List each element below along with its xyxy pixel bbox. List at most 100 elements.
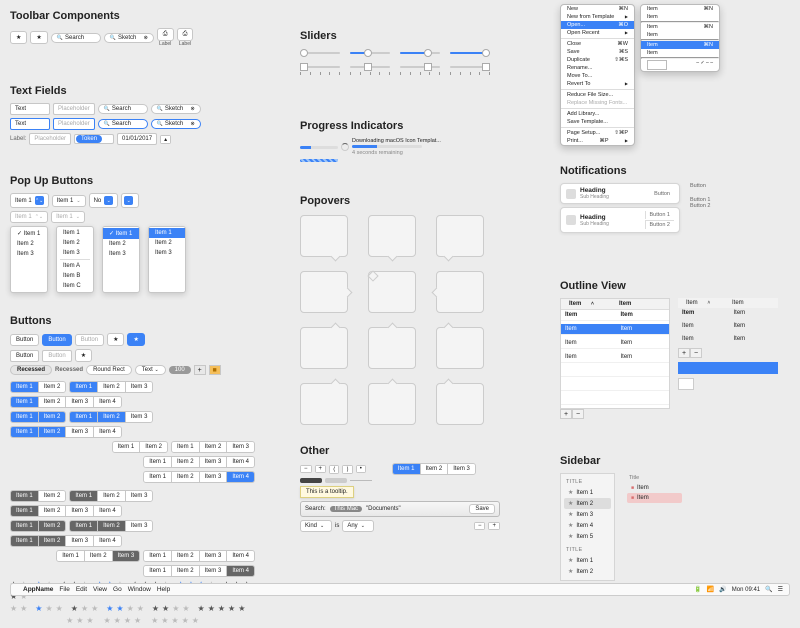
text-placeholder-input[interactable]: Placeholder: [53, 103, 95, 115]
sb-i4[interactable]: Item 4: [564, 520, 611, 531]
menu-addlib[interactable]: Add Library...: [561, 110, 634, 118]
dd2-iB[interactable]: Item B: [57, 271, 93, 281]
segB8[interactable]: Item 1Item 2Item 3: [56, 550, 140, 562]
notif1[interactable]: Heading Sub Heading Button: [560, 183, 680, 204]
btn-primary[interactable]: Button: [42, 334, 71, 346]
sub-item4[interactable]: Item: [641, 31, 719, 39]
sbr-item2[interactable]: Item: [627, 493, 682, 503]
r-sel[interactable]: Item: [561, 324, 614, 334]
sb-i2[interactable]: Item 2: [564, 498, 611, 509]
sub-item3[interactable]: Item⌘N: [641, 23, 719, 31]
segB2[interactable]: Item 1Item 2Item 3: [69, 490, 153, 502]
text-placeholder-focus[interactable]: Placeholder: [53, 118, 95, 130]
slider-ticks1[interactable]: [300, 62, 340, 75]
stepper-minus[interactable]: −: [300, 465, 312, 473]
slider2[interactable]: [350, 48, 390, 58]
slider-ticks4[interactable]: [450, 62, 490, 75]
sb-i1[interactable]: Item 1: [564, 487, 611, 498]
dropdown1[interactable]: Item 1 Item 2 Item 3: [10, 226, 48, 293]
search-icon[interactable]: 🔍: [765, 586, 772, 593]
toolbar-search-filled[interactable]: Sketch⊗: [104, 33, 154, 43]
menu-moveto[interactable]: Move To...: [561, 72, 634, 80]
outline-add[interactable]: +: [560, 409, 572, 419]
label-input[interactable]: Placeholder: [29, 133, 71, 145]
notif2-b2[interactable]: Button 2: [645, 220, 675, 229]
menu-print[interactable]: Print...⌘P: [561, 137, 634, 145]
btn-default[interactable]: Button: [10, 334, 39, 346]
btn-star-blue[interactable]: ★: [127, 333, 144, 346]
any-select[interactable]: Any⌄: [342, 520, 374, 532]
stepper-plus[interactable]: +: [315, 465, 327, 473]
toolbar-icon-btn[interactable]: ⎙: [157, 28, 174, 41]
dd4-i3[interactable]: Item 3: [149, 248, 185, 258]
sidebar-list[interactable]: Title Item 1 Item 2 Item 3 Item 4 Item 5…: [560, 473, 615, 581]
segB6[interactable]: Item 1Item 2Item 3Item 4: [10, 535, 122, 547]
seg10[interactable]: Item 1Item 2Item 3Item 4: [143, 471, 255, 483]
stepper-inc[interactable]: ⟩: [342, 465, 352, 474]
slider3[interactable]: [400, 48, 440, 58]
search-save[interactable]: Save: [469, 504, 495, 514]
col-item[interactable]: Item ˄: [561, 299, 615, 309]
token-input[interactable]: Token: [74, 134, 114, 144]
notif-btn[interactable]: Button: [650, 190, 674, 198]
mb-help[interactable]: Help: [157, 586, 170, 593]
dd3-i2[interactable]: Item 2: [103, 239, 139, 249]
text-search-sketch-focus[interactable]: Sketch⊗: [151, 119, 201, 129]
menu-rename[interactable]: Rename...: [561, 64, 634, 72]
dd1-item1[interactable]: Item 1: [11, 228, 47, 239]
mb-time[interactable]: Mon 09:41: [732, 587, 760, 593]
btn-star-sq[interactable]: ★: [75, 349, 92, 362]
pcol2[interactable]: Item: [728, 298, 778, 308]
menu-reduce[interactable]: Reduce File Size...: [561, 91, 634, 99]
mb-file[interactable]: File: [59, 586, 69, 593]
kind-select[interactable]: Kind⌄: [300, 520, 332, 532]
dd2-i3[interactable]: Item 3: [57, 248, 93, 258]
seg5[interactable]: Item 1Item 2Item 3: [69, 411, 153, 423]
seg9[interactable]: Item 1Item 2Item 3Item 4: [143, 456, 255, 468]
dd4-i2[interactable]: Item 2: [149, 238, 185, 248]
text-search-focus[interactable]: Search: [98, 119, 148, 129]
outline-table[interactable]: Item ˄Item ItemItem ItemItem ItemItem It…: [560, 298, 670, 409]
kind-remove[interactable]: −: [474, 522, 486, 530]
tab-seg[interactable]: Item 1Item 2Item 3: [392, 463, 476, 475]
menu-newtmpl[interactable]: New from Template: [561, 13, 634, 21]
segB10[interactable]: Item 1Item 2Item 3Item 4: [143, 565, 255, 577]
sub-item1[interactable]: Item⌘N: [641, 5, 719, 13]
btn-plus-y[interactable]: ■: [209, 365, 221, 375]
col-item2[interactable]: Item: [615, 299, 669, 309]
dd3-i3[interactable]: Item 3: [103, 249, 139, 259]
btn-roundrect[interactable]: Round Rect: [86, 365, 132, 375]
dd2-i1[interactable]: Item 1: [57, 228, 93, 238]
dd2-iC[interactable]: Item C: [57, 281, 93, 291]
scope-thismac[interactable]: This Mac: [330, 506, 362, 512]
sub-item6[interactable]: Item: [641, 49, 719, 57]
btn-star[interactable]: ★: [107, 333, 124, 346]
segB5[interactable]: Item 1Item 2Item 3: [69, 520, 153, 532]
btn-recessed[interactable]: Recessed: [10, 365, 52, 375]
outline-remove[interactable]: −: [572, 409, 584, 419]
sub-color[interactable]: – ✓ – –: [641, 59, 719, 71]
seg4[interactable]: Item 1Item 2: [10, 411, 66, 423]
menu-dup[interactable]: Duplicate⇧⌘S: [561, 56, 634, 64]
toolbar-search[interactable]: Search: [51, 33, 101, 43]
dd2-i2[interactable]: Item 2: [57, 238, 93, 248]
segB4[interactable]: Item 1Item 2: [10, 520, 66, 532]
seg8[interactable]: Item 1Item 2Item 3: [171, 441, 255, 453]
pcol1[interactable]: Item ˄: [678, 298, 728, 308]
btn-text[interactable]: Text ⌄: [135, 365, 166, 375]
toolbar-icon-btn2[interactable]: ⎙: [177, 28, 194, 41]
btn-plus[interactable]: +: [194, 365, 206, 375]
submenu[interactable]: Item⌘N Item Item⌘N Item Item⌘N Item – ✓ …: [640, 4, 720, 72]
dropdown2[interactable]: Item 1 Item 2 Item 3 Item A Item B Item …: [56, 226, 94, 293]
wifi-icon[interactable]: 📶: [707, 586, 714, 593]
stepper-dot[interactable]: •: [356, 465, 366, 473]
date-stepper[interactable]: ▴: [160, 135, 171, 144]
slider4[interactable]: [450, 48, 490, 58]
menu-open[interactable]: Open...⌘O: [561, 21, 634, 29]
text-input[interactable]: Text: [10, 103, 50, 115]
text-input-focus[interactable]: Text: [10, 118, 50, 130]
date-field[interactable]: 01/01/2017: [117, 133, 157, 145]
menu-revert[interactable]: Revert To: [561, 80, 634, 88]
outline-plain[interactable]: Item ˄Item ItemItem ItemItem ItemItem: [678, 298, 778, 344]
volume-icon[interactable]: 🔊: [719, 586, 726, 593]
